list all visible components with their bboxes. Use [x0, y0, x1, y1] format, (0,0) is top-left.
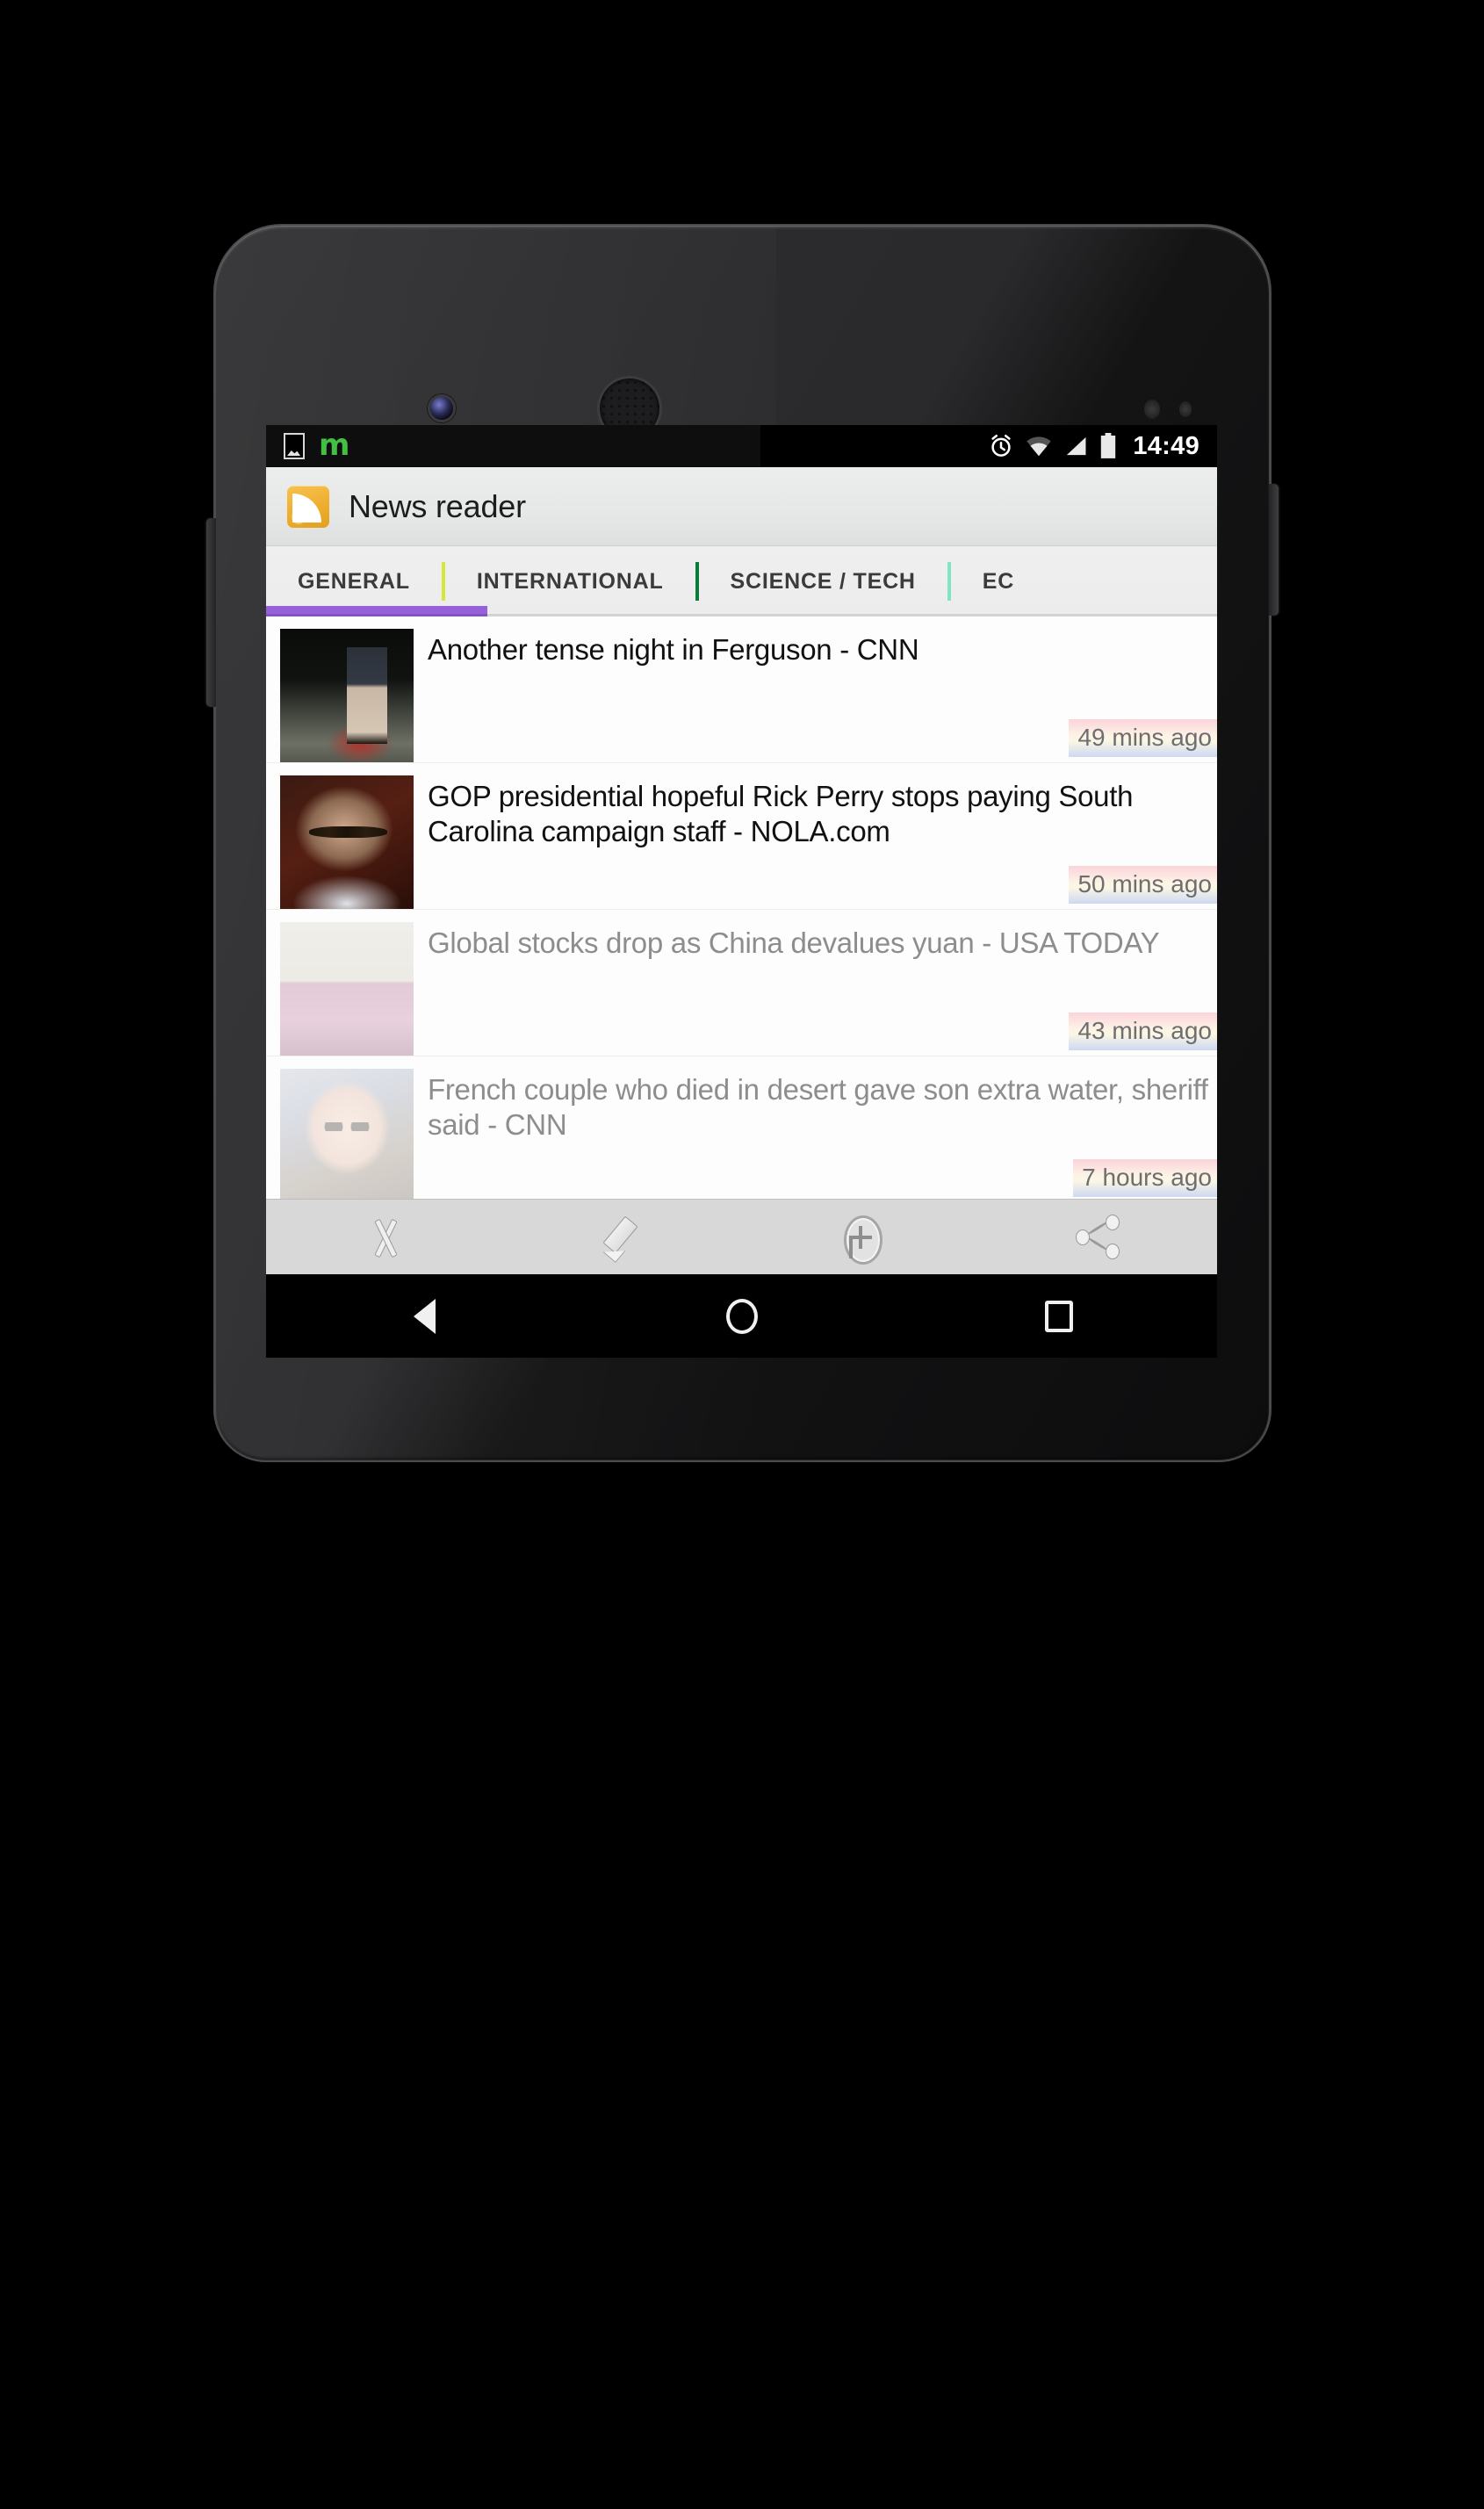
android-nav-bar	[266, 1274, 1217, 1358]
phone-screen: m 14:49 News reader GENERAL INTERNATIONA…	[266, 425, 1217, 1358]
article-body: GOP presidential hopeful Rick Perry stop…	[428, 775, 1217, 909]
screenshot-stage: m 14:49 News reader GENERAL INTERNATIONA…	[0, 0, 1484, 2509]
article-timestamp: 43 mins ago	[1069, 1013, 1217, 1050]
article-thumbnail	[280, 922, 414, 1056]
phone-device: m 14:49 News reader GENERAL INTERNATIONA…	[206, 224, 1279, 1462]
cellular-signal-icon	[1067, 436, 1086, 456]
light-sensor-icon	[1179, 401, 1192, 417]
status-bar-notifications: m	[284, 428, 350, 464]
front-camera-icon	[430, 397, 453, 420]
tab-science-tech[interactable]: SCIENCE / TECH	[699, 546, 947, 616]
list-item[interactable]: French couple who died in desert gave so…	[266, 1056, 1217, 1199]
alarm-icon	[991, 435, 1011, 457]
article-headline: GOP presidential hopeful Rick Perry stop…	[428, 780, 1134, 847]
article-thumbnail	[280, 775, 414, 909]
edit-button[interactable]	[504, 1200, 742, 1274]
article-timestamp: 50 mins ago	[1069, 866, 1217, 904]
article-headline: Global stocks drop as China devalues yua…	[428, 926, 1160, 959]
article-headline: French couple who died in desert gave so…	[428, 1073, 1208, 1141]
home-circle-icon	[725, 1298, 758, 1334]
back-button[interactable]	[266, 1298, 583, 1334]
active-tab-indicator	[266, 606, 487, 616]
add-circle-icon	[838, 1215, 883, 1265]
article-timestamp: 7 hours ago	[1073, 1159, 1217, 1197]
battery-icon	[1101, 433, 1116, 458]
pencil-icon	[600, 1215, 645, 1260]
close-button[interactable]	[266, 1200, 504, 1274]
list-item[interactable]: Another tense night in Ferguson - CNN 49…	[266, 616, 1217, 762]
status-bar-system-icons: 14:49	[988, 432, 1199, 461]
volume-button[interactable]	[206, 518, 216, 707]
article-thumbnail	[280, 1069, 414, 1199]
list-item[interactable]: Global stocks drop as China devalues yua…	[266, 909, 1217, 1056]
bottom-toolbar	[266, 1199, 1217, 1274]
rss-feed-icon	[287, 486, 329, 528]
tab-bar[interactable]: GENERAL INTERNATIONAL SCIENCE / TECH EC	[266, 546, 1217, 616]
list-item[interactable]: GOP presidential hopeful Rick Perry stop…	[266, 762, 1217, 909]
article-body: Another tense night in Ferguson - CNN 49…	[428, 629, 1217, 762]
power-button[interactable]	[1269, 484, 1279, 616]
article-body: French couple who died in desert gave so…	[428, 1069, 1217, 1199]
app-m-icon: m	[319, 428, 350, 464]
proximity-sensor-icon	[1144, 400, 1160, 419]
home-button[interactable]	[583, 1298, 900, 1334]
status-bar: m 14:49	[266, 425, 1217, 467]
share-icon	[1075, 1214, 1121, 1260]
article-timestamp: 49 mins ago	[1069, 719, 1217, 757]
back-triangle-icon	[414, 1298, 436, 1334]
close-icon	[362, 1215, 407, 1260]
article-thumbnail	[280, 629, 414, 762]
add-button[interactable]	[742, 1200, 980, 1274]
share-button[interactable]	[979, 1200, 1217, 1274]
recents-button[interactable]	[900, 1300, 1217, 1332]
action-bar: News reader	[266, 467, 1217, 546]
article-headline: Another tense night in Ferguson - CNN	[428, 633, 919, 666]
wifi-icon	[1027, 436, 1052, 457]
screenshot-icon	[284, 433, 305, 459]
status-bar-time: 14:49	[1133, 431, 1199, 460]
recents-square-icon	[1044, 1300, 1073, 1332]
article-body: Global stocks drop as China devalues yua…	[428, 922, 1217, 1056]
app-title: News reader	[349, 488, 526, 524]
article-list[interactable]: Another tense night in Ferguson - CNN 49…	[266, 616, 1217, 1199]
tab-economy[interactable]: EC	[951, 546, 1046, 616]
